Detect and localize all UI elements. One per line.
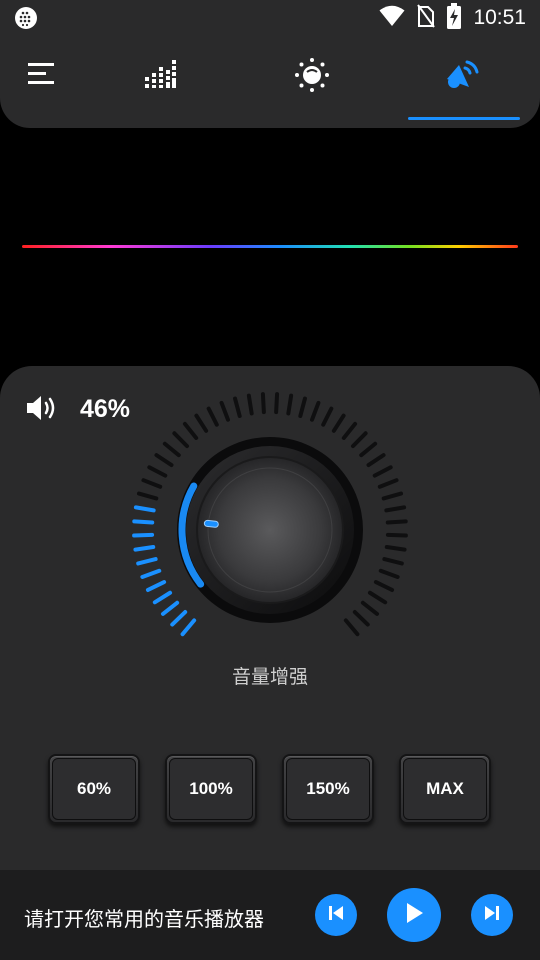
previous-button[interactable]: [315, 894, 357, 936]
knob-tick: [182, 421, 199, 440]
knob-tick: [321, 406, 334, 427]
player-bar: 请打开您常用的音乐播放器: [0, 870, 540, 960]
knob-label: 音量增强: [231, 666, 308, 688]
knob-tick: [132, 532, 155, 538]
volume-knob[interactable]: [120, 380, 420, 680]
knob-pointer: [203, 519, 219, 528]
preset-label: 150%: [286, 758, 370, 820]
knob-tick: [286, 393, 294, 416]
knob-tick: [140, 568, 162, 579]
status-time: 10:51: [473, 6, 526, 29]
knob-tick: [359, 441, 378, 458]
knob-tick: [384, 545, 407, 552]
knob-tick: [152, 590, 173, 605]
knob-tick: [133, 545, 156, 552]
knob-tick: [172, 431, 190, 449]
knob-tick: [194, 413, 209, 433]
knob-tick: [372, 465, 393, 478]
knob-tick: [385, 532, 408, 538]
knob-tick: [331, 413, 346, 433]
effects-icon: [294, 56, 330, 96]
knob-tick: [141, 478, 163, 489]
knob-tick: [367, 590, 388, 605]
next-button[interactable]: [471, 894, 513, 936]
knob-tick: [298, 396, 307, 418]
knob-tick: [350, 431, 368, 449]
app-notification-icon: [14, 6, 38, 30]
tab-volume-boost[interactable]: [434, 50, 494, 102]
knob-tick: [377, 478, 399, 489]
menu-icon: [28, 63, 56, 89]
preset-buttons: 60% 100% 150% MAX: [0, 754, 540, 826]
knob-tick: [274, 392, 280, 415]
volume-boost-icon: [445, 57, 483, 95]
knob-tick: [378, 568, 400, 579]
knob-tick: [385, 519, 408, 525]
knob-tick: [373, 580, 395, 592]
active-tab-indicator: [408, 117, 520, 120]
tab-equalizer[interactable]: [130, 50, 190, 102]
knob-tick: [381, 491, 404, 501]
tab-effects[interactable]: [282, 50, 342, 102]
play-icon: [404, 902, 424, 928]
knob-tick: [162, 441, 181, 458]
knob-tick: [343, 618, 360, 637]
knob-tick: [352, 610, 370, 627]
knob-tick: [206, 406, 219, 427]
wifi-icon: [379, 5, 405, 31]
knob-tick: [154, 453, 174, 468]
play-button[interactable]: [387, 888, 441, 942]
knob-tick: [382, 557, 404, 566]
knob-tick: [180, 618, 197, 637]
preset-label: MAX: [403, 758, 487, 820]
speaker-icon: [26, 394, 58, 422]
knob-tick: [360, 600, 380, 616]
knob-tick: [310, 400, 321, 422]
knob-tick: [145, 580, 167, 592]
player-message: 请打开您常用的音乐播放器: [24, 907, 264, 931]
preset-60-button[interactable]: 60%: [48, 754, 140, 824]
battery-charging-icon: [447, 3, 462, 33]
preset-label: 100%: [169, 758, 253, 820]
equalizer-icon: [143, 57, 177, 95]
knob-tick: [246, 393, 254, 416]
status-bar: 10:51: [0, 0, 540, 36]
knob-tick: [341, 421, 358, 440]
preset-max-button[interactable]: MAX: [399, 754, 491, 824]
knob-tick: [384, 505, 407, 513]
top-navigation: [0, 36, 540, 128]
knob-tick: [219, 400, 230, 422]
knob-tick: [260, 392, 266, 415]
knob-tick: [366, 453, 386, 468]
knob-tick: [136, 491, 159, 501]
next-icon: [484, 905, 500, 925]
knob-tick: [233, 396, 242, 418]
knob-tick: [136, 557, 158, 566]
preset-150-button[interactable]: 150%: [282, 754, 374, 824]
knob-tick: [132, 519, 155, 525]
previous-icon: [328, 905, 344, 925]
tab-menu[interactable]: [12, 50, 72, 102]
spectrum-visualizer: [22, 245, 518, 248]
preset-100-button[interactable]: 100%: [165, 754, 257, 824]
knob-tick: [147, 465, 168, 478]
no-sim-icon: [417, 4, 436, 32]
knob-tick: [160, 600, 180, 616]
knob-tick: [170, 610, 188, 627]
knob-tick: [133, 505, 156, 513]
preset-label: 60%: [52, 758, 136, 820]
